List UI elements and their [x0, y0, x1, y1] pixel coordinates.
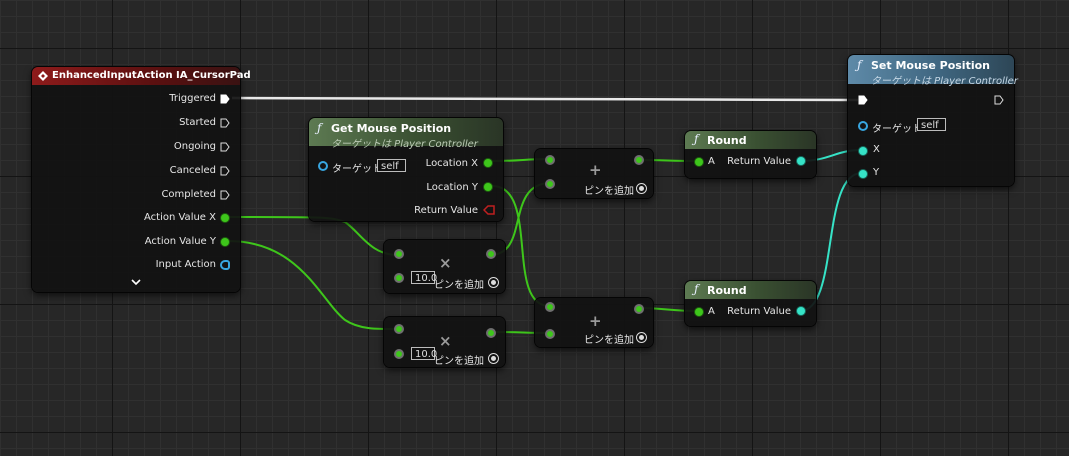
- return-value-label: Return Value: [414, 205, 478, 216]
- float-pin-mul2-in-b[interactable]: [394, 349, 404, 359]
- exec-pin-started[interactable]: [220, 118, 230, 128]
- float-pin-action-value-y[interactable]: [221, 238, 229, 246]
- get-mouse-subtitle: ターゲットは Player Controller: [331, 139, 478, 150]
- round2-title: Round: [707, 284, 747, 297]
- pin-label-canceled: Canceled: [169, 165, 216, 176]
- exec-pin-completed[interactable]: [220, 190, 230, 200]
- float-pin-mul1-in-b[interactable]: [394, 273, 404, 283]
- event-diamond-icon: [38, 71, 48, 81]
- multiply-node-2[interactable]: 10.0 × ピンを追加: [384, 317, 505, 367]
- float-pin-add2-in-b[interactable]: [545, 329, 555, 339]
- exec-pin-ongoing[interactable]: [220, 142, 230, 152]
- float-pin-mul2-out[interactable]: [486, 328, 496, 338]
- target-self-field[interactable]: self: [377, 159, 406, 172]
- float-pin-location-x[interactable]: [484, 159, 492, 167]
- float-pin-round2-a[interactable]: [695, 308, 703, 316]
- round2-header: [685, 281, 816, 299]
- multiply-icon: ×: [439, 332, 452, 350]
- exec-wire: [231, 96, 859, 102]
- round1-header: [685, 131, 816, 149]
- get-mouse-position-node[interactable]: ƒ Get Mouse Position ターゲットは Player Contr…: [309, 118, 503, 221]
- add-pin-icon[interactable]: [488, 277, 499, 288]
- pin-label-ongoing: Ongoing: [173, 141, 216, 152]
- float-wire: [227, 216, 399, 256]
- add-pin-icon[interactable]: [488, 353, 499, 364]
- add-pin-icon[interactable]: [636, 183, 647, 194]
- plus-icon: +: [589, 312, 602, 330]
- round2-in-label: A: [708, 306, 715, 317]
- pin-label-triggered: Triggered: [169, 93, 216, 104]
- target-label: ターゲット: [332, 164, 382, 175]
- function-icon: ƒ: [857, 58, 862, 72]
- round2-out-label: Return Value: [727, 306, 791, 317]
- float-pin-round1-a[interactable]: [695, 158, 703, 166]
- location-y-label: Location Y: [426, 182, 478, 193]
- float-pin-add1-out[interactable]: [634, 155, 644, 165]
- round1-in-label: A: [708, 156, 715, 167]
- set-y-label: Y: [873, 167, 880, 178]
- multiply-node-1[interactable]: 10.0 × ピンを追加: [384, 240, 505, 293]
- float-pin-mul2-in-a[interactable]: [394, 324, 404, 334]
- exec-pin-set-in[interactable]: [858, 95, 868, 105]
- float-pin-add2-out[interactable]: [634, 304, 644, 314]
- exec-pin-set-out[interactable]: [994, 95, 1004, 105]
- get-mouse-title: Get Mouse Position: [331, 122, 452, 135]
- round1-title: Round: [707, 134, 747, 147]
- int-pin-round1-out[interactable]: [797, 157, 805, 165]
- mul1-add-pin-label[interactable]: ピンを追加: [434, 276, 484, 291]
- add1-add-pin-label[interactable]: ピンを追加: [584, 182, 634, 197]
- target-pin[interactable]: [318, 161, 328, 171]
- set-mouse-subtitle: ターゲットは Player Controller: [871, 76, 1018, 87]
- pin-label-started: Started: [179, 117, 216, 128]
- round1-out-label: Return Value: [727, 156, 791, 167]
- set-mouse-position-node[interactable]: ƒ Set Mouse Position ターゲットは Player Contr…: [848, 55, 1018, 186]
- mul2-add-pin-label[interactable]: ピンを追加: [434, 352, 484, 367]
- float-pin-mul1-in-a[interactable]: [394, 249, 404, 259]
- function-icon: ƒ: [317, 121, 322, 135]
- struct-pin-return-value[interactable]: [483, 205, 495, 215]
- chevron-down-icon[interactable]: [131, 279, 141, 286]
- int-pin-round2-out[interactable]: [797, 307, 805, 315]
- set-mouse-title: Set Mouse Position: [871, 59, 990, 72]
- float-pin-add2-in-a[interactable]: [545, 302, 555, 312]
- float-pin-mul1-out[interactable]: [486, 249, 496, 259]
- mul1-value-field[interactable]: 10.0: [411, 271, 437, 284]
- location-x-label: Location X: [425, 158, 478, 169]
- set-x-label: X: [873, 144, 880, 155]
- function-icon: ƒ: [694, 282, 699, 296]
- exec-pin-canceled[interactable]: [220, 166, 230, 176]
- int-pin-set-x[interactable]: [859, 147, 867, 155]
- object-pin-input-action[interactable]: [220, 260, 230, 270]
- int-pin-set-y[interactable]: [859, 170, 867, 178]
- add2-add-pin-label[interactable]: ピンを追加: [584, 331, 634, 346]
- pin-label-action-value-y: Action Value Y: [144, 236, 216, 247]
- float-pin-add1-in-b[interactable]: [545, 179, 555, 189]
- multiply-icon: ×: [439, 254, 452, 272]
- float-pin-action-value-x[interactable]: [221, 214, 229, 222]
- pin-label-input-action: Input Action: [155, 259, 216, 270]
- set-target-label: ターゲット: [872, 124, 922, 135]
- round-node-2[interactable]: ƒ Round A Return Value: [685, 281, 816, 326]
- pin-label-completed: Completed: [161, 189, 216, 200]
- event-node-title: EnhancedInputAction IA_CursorPad: [52, 70, 251, 81]
- mul2-value-field[interactable]: 10.0: [411, 347, 437, 360]
- add-node-2[interactable]: + ピンを追加: [535, 298, 653, 347]
- target-pin[interactable]: [858, 121, 868, 131]
- round-node-1[interactable]: ƒ Round A Return Value: [685, 131, 816, 178]
- plus-icon: +: [589, 161, 602, 179]
- function-icon: ƒ: [694, 132, 699, 146]
- add-pin-icon[interactable]: [636, 332, 647, 343]
- float-pin-add1-in-a[interactable]: [545, 155, 555, 165]
- pin-label-action-value-x: Action Value X: [144, 212, 216, 223]
- set-target-self-field[interactable]: self: [917, 118, 946, 131]
- add-node-1[interactable]: + ピンを追加: [535, 149, 653, 198]
- exec-pin-triggered[interactable]: [220, 94, 230, 104]
- float-pin-location-y[interactable]: [484, 183, 492, 191]
- float-wire: [227, 240, 399, 331]
- event-node-enhanced-input[interactable]: EnhancedInputAction IA_CursorPad Trigger…: [32, 67, 251, 292]
